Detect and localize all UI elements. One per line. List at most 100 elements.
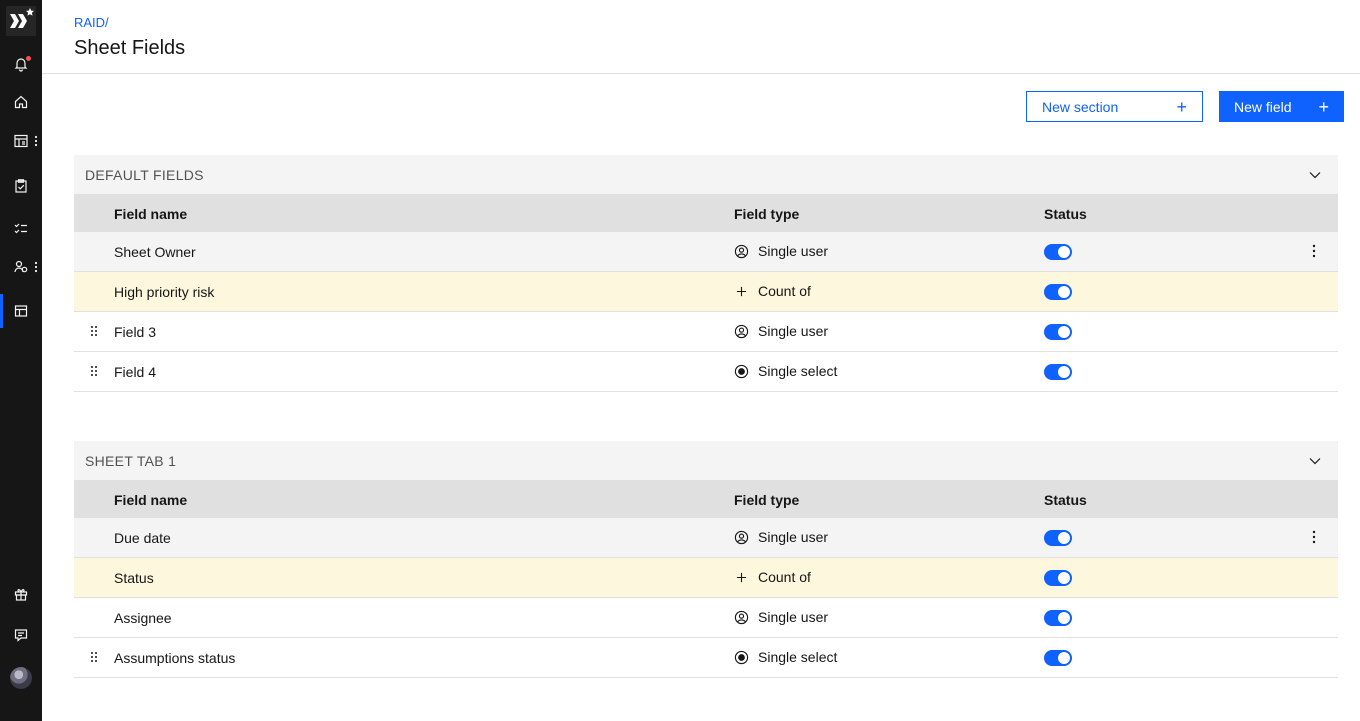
field-type-label: Single user: [758, 529, 829, 545]
chevron-down-icon[interactable]: [1309, 457, 1321, 465]
clipboard-nav-item[interactable]: [0, 169, 42, 203]
table-header: Field name Field type Status: [74, 480, 1338, 518]
tasks-nav-item[interactable]: [0, 211, 42, 245]
chevron-down-icon[interactable]: [1309, 171, 1321, 179]
status-toggle[interactable]: [1044, 610, 1072, 626]
column-header-field-type[interactable]: Field type: [734, 206, 799, 222]
status-toggle[interactable]: [1044, 364, 1072, 380]
column-header-status[interactable]: Status: [1044, 206, 1087, 222]
feedback-nav-item[interactable]: [0, 618, 42, 652]
section-header[interactable]: DEFAULT FIELDS: [74, 155, 1338, 194]
new-section-button[interactable]: New section +: [1026, 91, 1203, 122]
task-list-icon: [14, 223, 27, 234]
clipboard-icon: [15, 179, 27, 193]
user-icon: [734, 244, 749, 259]
dashboard-nav-item[interactable]: [0, 124, 42, 158]
field-name: High priority risk: [114, 284, 215, 300]
field-type: Single select: [734, 363, 837, 379]
home-icon: [14, 95, 28, 109]
left-nav-rail: [0, 0, 42, 721]
field-name: Assignee: [114, 610, 172, 626]
page-title: Sheet Fields: [74, 37, 186, 59]
user-group-icon: [14, 260, 28, 273]
field-name: Field 3: [114, 324, 157, 340]
status-toggle[interactable]: [1044, 530, 1072, 546]
table-header: Field name Field type Status: [74, 194, 1338, 232]
status-toggle[interactable]: [1044, 324, 1072, 340]
dashboard-icon: [14, 134, 28, 148]
field-type-label: Single user: [758, 323, 829, 339]
table-row[interactable]: Sheet Owner Single user: [74, 232, 1338, 272]
column-header-field-name[interactable]: Field name: [114, 492, 187, 508]
field-type-label: Single select: [758, 649, 838, 665]
field-type: Single user: [734, 323, 828, 339]
status-toggle[interactable]: [1044, 650, 1072, 666]
gift-icon: [14, 589, 28, 601]
overflow-menu-icon[interactable]: [1312, 243, 1316, 259]
status-toggle[interactable]: [1044, 570, 1072, 586]
field-name: Field 4: [114, 364, 157, 380]
plus-icon: [734, 570, 749, 585]
chat-icon: [14, 629, 28, 642]
table-row[interactable]: Field 3 Single user: [74, 312, 1338, 352]
status-toggle[interactable]: [1044, 244, 1072, 260]
people-nav-item[interactable]: [0, 250, 42, 284]
app-logo[interactable]: [6, 6, 36, 36]
page-header: RAID/ Sheet Fields: [42, 0, 1360, 74]
field-name: Due date: [114, 530, 171, 546]
column-header-field-type[interactable]: Field type: [734, 492, 799, 508]
field-type: Single user: [734, 529, 828, 545]
overflow-menu-icon[interactable]: [34, 135, 38, 147]
radio-icon: [734, 650, 749, 665]
table-row[interactable]: Field 4 Single select: [74, 352, 1338, 392]
new-field-button[interactable]: New field +: [1219, 91, 1344, 122]
table-row[interactable]: Due date Single user: [74, 518, 1338, 558]
field-type-label: Single user: [758, 243, 829, 259]
section-title: DEFAULT FIELDS: [85, 166, 204, 183]
user-icon: [734, 610, 749, 625]
add-icon: +: [1176, 96, 1187, 117]
section-title: SHEET TAB 1: [85, 452, 177, 469]
column-header-status[interactable]: Status: [1044, 492, 1087, 508]
table-row[interactable]: Assumptions status Single select: [74, 638, 1338, 678]
table-row[interactable]: High priority risk Count of: [74, 272, 1338, 312]
field-type-label: Single select: [758, 363, 838, 379]
drag-handle-icon[interactable]: [90, 325, 98, 337]
table-row[interactable]: Status Count of: [74, 558, 1338, 598]
section-sheet-tab-1: SHEET TAB 1 Field name Field type Status…: [74, 441, 1338, 678]
field-type-label: Single user: [758, 609, 829, 625]
sheet-fields-nav-item[interactable]: [0, 294, 42, 328]
section-default-fields: DEFAULT FIELDS Field name Field type Sta…: [74, 155, 1338, 392]
field-type: Single select: [734, 649, 837, 665]
layout-icon: [14, 305, 28, 317]
notifications-nav-item[interactable]: [0, 47, 42, 81]
radio-icon: [734, 364, 749, 379]
user-icon: [734, 324, 749, 339]
new-section-button-label: New section: [1042, 98, 1119, 115]
add-icon: +: [1318, 96, 1329, 117]
column-header-field-name[interactable]: Field name: [114, 206, 187, 222]
field-type: Count of: [734, 283, 811, 299]
field-name: Assumptions status: [114, 650, 236, 666]
status-toggle[interactable]: [1044, 284, 1072, 300]
table-row[interactable]: Assignee Single user: [74, 598, 1338, 638]
avatar[interactable]: [10, 667, 32, 689]
whats-new-nav-item[interactable]: [0, 577, 42, 611]
field-type: Count of: [734, 569, 811, 585]
overflow-menu-icon[interactable]: [1312, 529, 1316, 545]
field-type-label: Count of: [758, 569, 811, 585]
user-icon: [734, 530, 749, 545]
field-name: Status: [114, 570, 154, 586]
field-type: Single user: [734, 243, 828, 259]
plus-icon: [734, 284, 749, 299]
drag-handle-icon[interactable]: [90, 365, 98, 377]
field-type-label: Count of: [758, 283, 811, 299]
home-nav-item[interactable]: [0, 85, 42, 119]
new-field-button-label: New field: [1234, 98, 1292, 115]
field-type: Single user: [734, 609, 828, 625]
section-header[interactable]: SHEET TAB 1: [74, 441, 1338, 480]
notification-badge: [25, 55, 32, 62]
breadcrumb[interactable]: RAID/: [74, 15, 109, 30]
drag-handle-icon[interactable]: [90, 651, 98, 663]
overflow-menu-icon[interactable]: [34, 261, 38, 273]
